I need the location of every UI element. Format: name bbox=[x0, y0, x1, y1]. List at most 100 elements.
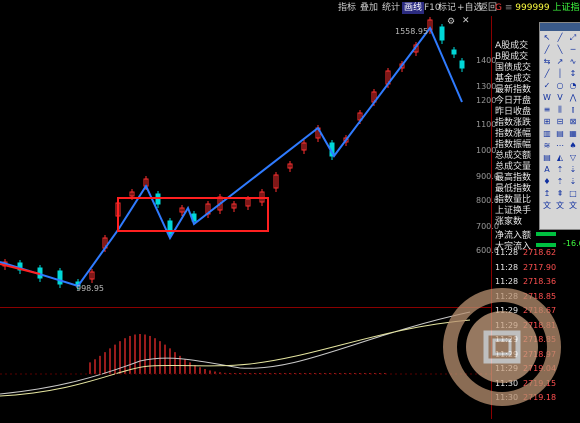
draw-tool-icon[interactable]: ◭ bbox=[554, 152, 566, 163]
draw-tool-icon[interactable]: ╲ bbox=[554, 44, 566, 55]
stock-prefix: G bbox=[495, 3, 502, 13]
menu-item[interactable]: 涨家数 bbox=[495, 217, 522, 228]
trade-row: 11:282717.90 bbox=[495, 262, 563, 273]
draw-tool-icon[interactable]: ↖ bbox=[541, 32, 553, 43]
trade-price: 2719.15 bbox=[523, 378, 563, 389]
trade-time: 11:30 bbox=[495, 378, 523, 389]
menu-item[interactable]: 今日开盘 bbox=[495, 96, 531, 107]
trade-price: 2717.90 bbox=[523, 262, 563, 273]
draw-tool-icon[interactable]: ⇡ bbox=[554, 164, 566, 175]
draw-tool-icon[interactable]: ○ bbox=[554, 80, 566, 91]
draw-tool-icon[interactable]: ⫾ bbox=[567, 104, 579, 115]
draw-tool-icon[interactable]: ◔ bbox=[567, 80, 579, 91]
tb-indicator[interactable]: 指标 bbox=[336, 2, 358, 14]
draw-tool-icon[interactable]: ▤ bbox=[554, 128, 566, 139]
draw-tool-icon[interactable]: ⤢ bbox=[567, 32, 579, 43]
trade-price: 2719.18 bbox=[523, 392, 563, 403]
draw-tool-icon[interactable]: ↗ bbox=[554, 56, 566, 67]
trade-time: 11:29 bbox=[495, 363, 523, 374]
menu-item[interactable]: 基金成交 bbox=[495, 74, 531, 85]
draw-tool-icon[interactable]: □ bbox=[567, 188, 579, 199]
draw-tool-icon[interactable]: V bbox=[554, 92, 566, 103]
axis-tick-label: 1400 bbox=[476, 56, 496, 65]
candle-body bbox=[58, 271, 62, 284]
draw-tool-icon[interactable]: ⇣ bbox=[567, 164, 579, 175]
draw-tool-icon[interactable]: 文 bbox=[554, 200, 566, 211]
draw-tool-icon[interactable]: ⊠ bbox=[567, 116, 579, 127]
draw-tool-icon[interactable]: │ bbox=[554, 68, 566, 79]
draw-tool-icon[interactable]: ⊟ bbox=[554, 116, 566, 127]
menu-item[interactable]: 总成交额 bbox=[495, 151, 531, 162]
draw-tool-icon[interactable]: ⇡ bbox=[554, 176, 566, 187]
candle-body bbox=[168, 221, 172, 234]
draw-tool-icon[interactable]: ⊞ bbox=[541, 116, 553, 127]
menu-item[interactable]: 最低指数 bbox=[495, 184, 531, 195]
draw-tool-icon[interactable]: ⇆ bbox=[541, 56, 553, 67]
tb-drawline[interactable]: 画线 bbox=[402, 2, 424, 14]
tb-statistics[interactable]: 统计 bbox=[380, 2, 402, 14]
menu-item[interactable]: 指数量比 bbox=[495, 195, 531, 206]
candle-body bbox=[452, 50, 456, 54]
trade-time: 11:29 bbox=[495, 334, 523, 345]
trade-time: 11:28 bbox=[495, 276, 523, 287]
menu-item[interactable]: 指数涨幅 bbox=[495, 129, 531, 140]
axis-tick-label: 1300 bbox=[476, 82, 496, 91]
menu-item[interactable]: 指数振幅 bbox=[495, 140, 531, 151]
draw-tool-icon[interactable]: 文 bbox=[567, 200, 579, 211]
draw-tool-icon[interactable]: ⋯ bbox=[554, 140, 566, 151]
draw-tool-icon[interactable]: ↥ bbox=[541, 188, 553, 199]
menu-item[interactable]: 国债成交 bbox=[495, 63, 531, 74]
draw-tool-icon[interactable]: ↕ bbox=[567, 68, 579, 79]
draw-tool-icon[interactable]: ╱ bbox=[541, 44, 553, 55]
trade-row: 11:302719.18 bbox=[495, 392, 563, 403]
draw-tool-icon[interactable]: ∿ bbox=[567, 56, 579, 67]
tb-overlay[interactable]: 叠加 bbox=[358, 2, 380, 14]
axis-tick-label: 1200 bbox=[476, 96, 496, 105]
draw-tool-icon[interactable]: ⇞ bbox=[554, 188, 566, 199]
menu-item[interactable]: 指数涨跌 bbox=[495, 118, 531, 129]
draw-tool-icon[interactable]: ▤ bbox=[541, 152, 553, 163]
low-label: 998.95 bbox=[76, 284, 104, 293]
trade-time: 11:29 bbox=[495, 320, 523, 331]
trade-row: 11:292718.81 bbox=[495, 320, 563, 331]
trade-price: 2718.62 bbox=[523, 247, 563, 258]
draw-tool-icon[interactable]: ⇣ bbox=[567, 176, 579, 187]
menu-item[interactable]: 总成交量 bbox=[495, 162, 531, 173]
draw-tool-icon[interactable]: ▦ bbox=[567, 128, 579, 139]
draw-tool-icon[interactable]: ─ bbox=[567, 44, 579, 55]
draw-tool-icon[interactable]: ▽ bbox=[567, 152, 579, 163]
trade-price: 2718.81 bbox=[523, 320, 563, 331]
chart-divider bbox=[0, 307, 492, 308]
trade-row: 11:292719.04 bbox=[495, 363, 563, 374]
kline-chart[interactable] bbox=[0, 16, 492, 419]
menu-item[interactable]: 最新指数 bbox=[495, 85, 531, 96]
trade-row: 11:292718.85 bbox=[495, 334, 563, 345]
draw-tool-icon[interactable]: ╱ bbox=[554, 32, 566, 43]
menu-item[interactable]: B股成交 bbox=[495, 52, 528, 63]
trade-time: 11:29 bbox=[495, 349, 523, 360]
draw-tool-icon[interactable]: ⫼ bbox=[554, 104, 566, 115]
draw-tools-titlebar[interactable] bbox=[540, 23, 580, 31]
stock-code: 999999 bbox=[515, 3, 549, 13]
draw-tool-icon[interactable]: ╱ bbox=[541, 68, 553, 79]
menu-item[interactable]: 昨日收盘 bbox=[495, 107, 531, 118]
menu-item[interactable]: 上证换手 bbox=[495, 206, 531, 217]
draw-tool-icon[interactable]: W bbox=[541, 92, 553, 103]
draw-tool-icon[interactable]: ≋ bbox=[541, 140, 553, 151]
draw-tool-icon[interactable]: A bbox=[541, 164, 553, 175]
menu-item[interactable]: A股成交 bbox=[495, 41, 528, 52]
draw-tool-icon[interactable]: ✓ bbox=[541, 80, 553, 91]
draw-tool-icon[interactable]: ♦ bbox=[541, 176, 553, 187]
candle-body bbox=[460, 61, 464, 68]
trade-row: 11:302719.15 bbox=[495, 378, 563, 389]
draw-tool-icon[interactable]: ≡ bbox=[541, 104, 553, 115]
trade-row: 11:282718.36 bbox=[495, 276, 563, 287]
draw-tool-icon[interactable]: ▥ bbox=[541, 128, 553, 139]
draw-tools-panel: ↖╱⤢╱╲─⇆↗∿╱│↕✓○◔WV⋀≡⫼⫾⊞⊟⊠▥▤▦≋⋯♠▤◭▽A⇡⇣♦⇡⇣↥… bbox=[539, 22, 580, 230]
draw-tool-icon[interactable]: ⋀ bbox=[567, 92, 579, 103]
menu-item[interactable]: 最高指数 bbox=[495, 173, 531, 184]
draw-tool-icon[interactable]: ♠ bbox=[567, 140, 579, 151]
macd-fast-line bbox=[0, 312, 470, 394]
draw-tool-icon[interactable]: 文 bbox=[541, 200, 553, 211]
macd-slow-line bbox=[0, 320, 470, 396]
